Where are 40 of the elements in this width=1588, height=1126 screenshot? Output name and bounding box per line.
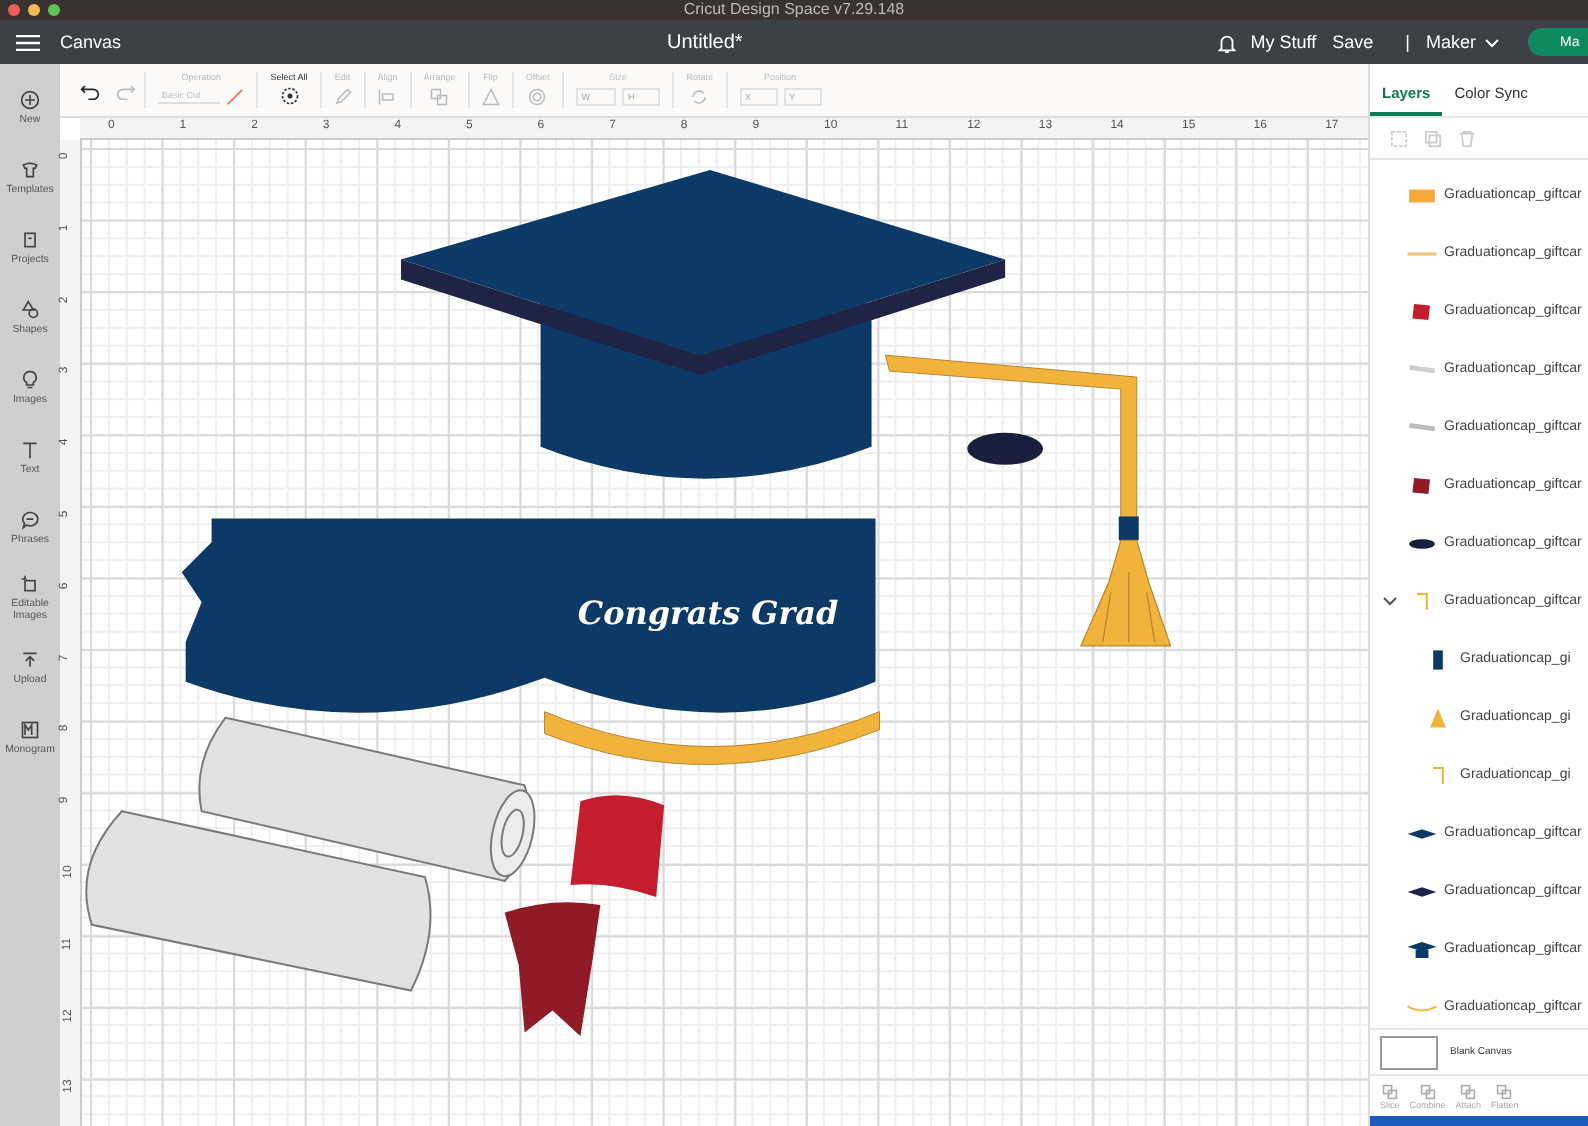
cap-board[interactable]: [401, 169, 1006, 356]
canvas-thumbnail[interactable]: [1380, 1035, 1438, 1069]
bell-icon[interactable]: [1216, 31, 1239, 53]
image-edit-icon: [20, 573, 40, 593]
cap-band[interactable]: [181, 518, 876, 713]
lightbulb-icon: [20, 369, 40, 389]
header-link[interactable]: My Stuff: [1250, 32, 1317, 52]
undo-icon: [80, 82, 100, 100]
rolled-scroll[interactable]: [85, 810, 432, 992]
ribbon-tag[interactable]: [570, 795, 665, 897]
pen-icon: [226, 87, 245, 105]
overlap-icon: [1460, 1083, 1477, 1099]
upload-icon: [20, 649, 40, 669]
cap-board-edge[interactable]: [401, 259, 1006, 376]
document-title: Untitled*: [667, 31, 743, 53]
machine-dropdown[interactable]: Maker: [1425, 32, 1500, 52]
caret-icon: [1484, 37, 1500, 47]
button-shape[interactable]: [967, 432, 1043, 465]
overlap-icon: [1496, 1083, 1513, 1099]
plus-icon: [20, 89, 40, 109]
menu-icon[interactable]: [16, 33, 40, 51]
tassel-drawing[interactable]: [1079, 516, 1172, 647]
window-title: Cricut Design Space v7.29.148: [681, 0, 907, 20]
band-text: Congrats Grad: [577, 594, 839, 633]
ribbon-banner[interactable]: [504, 902, 601, 1037]
header-link[interactable]: Save: [1332, 32, 1374, 52]
canvas-label: Canvas: [60, 32, 122, 52]
text-icon: [20, 439, 40, 459]
chevron-icon[interactable]: [1382, 593, 1398, 609]
overlap-icon: [1419, 1083, 1436, 1099]
scroll-drawing[interactable]: [198, 716, 536, 882]
clipboard-icon: [20, 229, 40, 249]
shapes-icon: [20, 299, 40, 319]
select-all-icon[interactable]: [279, 86, 300, 106]
separator-text: |: [1405, 32, 1410, 52]
overlap-icon: [1381, 1083, 1398, 1099]
speech-bubble-icon: [20, 509, 40, 529]
monogram-icon: [20, 719, 40, 739]
shirt-icon: [20, 159, 40, 179]
redo-icon: [116, 82, 136, 100]
